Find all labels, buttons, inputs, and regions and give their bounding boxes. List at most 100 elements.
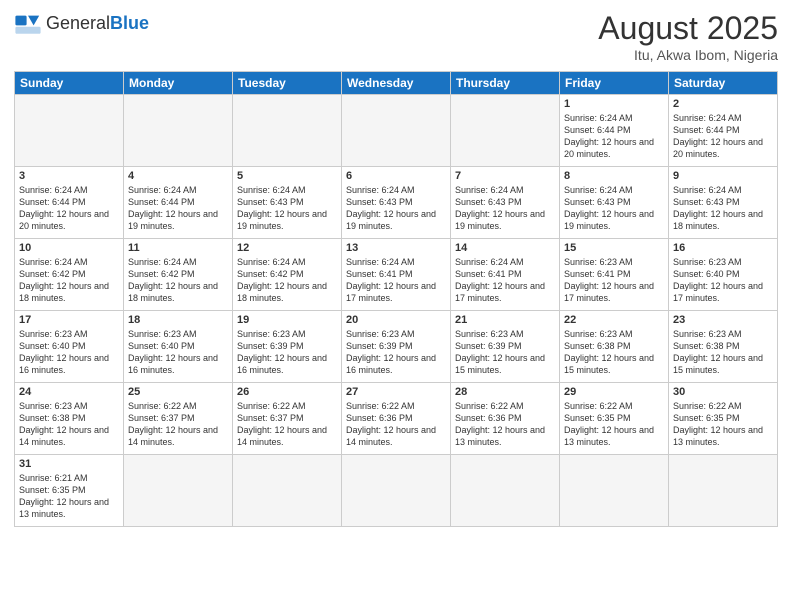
table-row: 29 Sunrise: 6:22 AM Sunset: 6:35 PM Dayli… (560, 383, 669, 455)
header: GeneralBlue August 2025 Itu, Akwa Ibom, … (14, 10, 778, 63)
day-info: Sunrise: 6:24 AM Sunset: 6:41 PM Dayligh… (346, 256, 446, 305)
col-sunday: Sunday (15, 72, 124, 95)
table-row: 17 Sunrise: 6:23 AM Sunset: 6:40 PM Dayli… (15, 311, 124, 383)
table-row: 13 Sunrise: 6:24 AM Sunset: 6:41 PM Dayli… (342, 239, 451, 311)
table-row (669, 455, 778, 527)
table-row: 10 Sunrise: 6:24 AM Sunset: 6:42 PM Dayli… (15, 239, 124, 311)
day-number: 1 (564, 98, 664, 110)
day-number: 10 (19, 242, 119, 254)
day-number: 24 (19, 386, 119, 398)
day-number: 14 (455, 242, 555, 254)
table-row: 25Sunrise: 6:22 AM Sunset: 6:37 PM Dayli… (124, 383, 233, 455)
col-thursday: Thursday (451, 72, 560, 95)
table-row (451, 95, 560, 167)
day-number: 8 (564, 170, 664, 182)
day-info: Sunrise: 6:24 AM Sunset: 6:41 PM Dayligh… (455, 256, 555, 305)
day-number: 23 (673, 314, 773, 326)
day-info: Sunrise: 6:24 AM Sunset: 6:43 PM Dayligh… (564, 184, 664, 233)
col-wednesday: Wednesday (342, 72, 451, 95)
table-row (342, 455, 451, 527)
table-row: 4 Sunrise: 6:24 AM Sunset: 6:44 PM Daylig… (124, 167, 233, 239)
day-info: Sunrise: 6:22 AM Sunset: 6:36 PM Dayligh… (346, 400, 446, 449)
table-row: 2Sunrise: 6:24 AM Sunset: 6:44 PM Daylig… (669, 95, 778, 167)
calendar-table: Sunday Monday Tuesday Wednesday Thursday… (14, 71, 778, 527)
day-info: Sunrise: 6:22 AM Sunset: 6:35 PM Dayligh… (673, 400, 773, 449)
table-row: 5Sunrise: 6:24 AM Sunset: 6:43 PM Daylig… (233, 167, 342, 239)
table-row (451, 455, 560, 527)
day-info: Sunrise: 6:24 AM Sunset: 6:42 PM Dayligh… (237, 256, 337, 305)
day-number: 26 (237, 386, 337, 398)
day-info: Sunrise: 6:23 AM Sunset: 6:40 PM Dayligh… (19, 328, 119, 377)
table-row: 15 Sunrise: 6:23 AM Sunset: 6:41 PM Dayli… (560, 239, 669, 311)
table-row: 14 Sunrise: 6:24 AM Sunset: 6:41 PM Dayli… (451, 239, 560, 311)
col-friday: Friday (560, 72, 669, 95)
day-info: Sunrise: 6:24 AM Sunset: 6:43 PM Dayligh… (346, 184, 446, 233)
day-number: 22 (564, 314, 664, 326)
day-info: Sunrise: 6:23 AM Sunset: 6:39 PM Dayligh… (346, 328, 446, 377)
logo-text: GeneralBlue (46, 14, 149, 34)
day-number: 21 (455, 314, 555, 326)
day-number: 12 (237, 242, 337, 254)
day-info: Sunrise: 6:21 AM Sunset: 6:35 PM Dayligh… (19, 472, 119, 521)
day-info: Sunrise: 6:23 AM Sunset: 6:40 PM Dayligh… (673, 256, 773, 305)
day-info: Sunrise: 6:24 AM Sunset: 6:42 PM Dayligh… (19, 256, 119, 305)
table-row: 31 Sunrise: 6:21 AM Sunset: 6:35 PM Dayli… (15, 455, 124, 527)
day-number: 25 (128, 386, 228, 398)
col-monday: Monday (124, 72, 233, 95)
table-row: 6 Sunrise: 6:24 AM Sunset: 6:43 PM Daylig… (342, 167, 451, 239)
col-tuesday: Tuesday (233, 72, 342, 95)
day-number: 3 (19, 170, 119, 182)
table-row (233, 455, 342, 527)
calendar-week-row: 1 Sunrise: 6:24 AM Sunset: 6:44 PM Daylig… (15, 95, 778, 167)
table-row: 3Sunrise: 6:24 AM Sunset: 6:44 PM Daylig… (15, 167, 124, 239)
table-row: 28 Sunrise: 6:22 AM Sunset: 6:36 PM Dayli… (451, 383, 560, 455)
day-info: Sunrise: 6:23 AM Sunset: 6:40 PM Dayligh… (128, 328, 228, 377)
day-info: Sunrise: 6:22 AM Sunset: 6:35 PM Dayligh… (564, 400, 664, 449)
table-row: 27 Sunrise: 6:22 AM Sunset: 6:36 PM Dayli… (342, 383, 451, 455)
day-info: Sunrise: 6:23 AM Sunset: 6:41 PM Dayligh… (564, 256, 664, 305)
table-row (15, 95, 124, 167)
day-number: 16 (673, 242, 773, 254)
day-number: 28 (455, 386, 555, 398)
day-number: 4 (128, 170, 228, 182)
table-row: 18 Sunrise: 6:23 AM Sunset: 6:40 PM Dayli… (124, 311, 233, 383)
table-row: 8 Sunrise: 6:24 AM Sunset: 6:43 PM Daylig… (560, 167, 669, 239)
day-info: Sunrise: 6:23 AM Sunset: 6:39 PM Dayligh… (455, 328, 555, 377)
table-row: 19Sunrise: 6:23 AM Sunset: 6:39 PM Dayli… (233, 311, 342, 383)
day-number: 18 (128, 314, 228, 326)
day-number: 2 (673, 98, 773, 110)
generalblue-logo-icon (14, 10, 42, 38)
day-number: 6 (346, 170, 446, 182)
day-info: Sunrise: 6:24 AM Sunset: 6:42 PM Dayligh… (128, 256, 228, 305)
table-row (124, 455, 233, 527)
day-info: Sunrise: 6:23 AM Sunset: 6:39 PM Dayligh… (237, 328, 337, 377)
table-row: 11Sunrise: 6:24 AM Sunset: 6:42 PM Dayli… (124, 239, 233, 311)
table-row (560, 455, 669, 527)
logo: GeneralBlue (14, 10, 149, 38)
day-number: 7 (455, 170, 555, 182)
day-number: 27 (346, 386, 446, 398)
day-info: Sunrise: 6:23 AM Sunset: 6:38 PM Dayligh… (19, 400, 119, 449)
day-info: Sunrise: 6:24 AM Sunset: 6:44 PM Dayligh… (564, 112, 664, 161)
calendar-week-row: 24 Sunrise: 6:23 AM Sunset: 6:38 PM Dayli… (15, 383, 778, 455)
day-number: 17 (19, 314, 119, 326)
day-number: 20 (346, 314, 446, 326)
day-number: 15 (564, 242, 664, 254)
calendar-week-row: 10 Sunrise: 6:24 AM Sunset: 6:42 PM Dayli… (15, 239, 778, 311)
table-row (233, 95, 342, 167)
calendar-header-row: Sunday Monday Tuesday Wednesday Thursday… (15, 72, 778, 95)
day-number: 13 (346, 242, 446, 254)
table-row: 24 Sunrise: 6:23 AM Sunset: 6:38 PM Dayli… (15, 383, 124, 455)
day-number: 31 (19, 458, 119, 470)
day-info: Sunrise: 6:22 AM Sunset: 6:36 PM Dayligh… (455, 400, 555, 449)
table-row: 7Sunrise: 6:24 AM Sunset: 6:43 PM Daylig… (451, 167, 560, 239)
day-info: Sunrise: 6:24 AM Sunset: 6:43 PM Dayligh… (673, 184, 773, 233)
table-row (124, 95, 233, 167)
day-number: 29 (564, 386, 664, 398)
title-block: August 2025 Itu, Akwa Ibom, Nigeria (598, 10, 778, 63)
table-row (342, 95, 451, 167)
table-row: 30Sunrise: 6:22 AM Sunset: 6:35 PM Dayli… (669, 383, 778, 455)
day-info: Sunrise: 6:24 AM Sunset: 6:44 PM Dayligh… (128, 184, 228, 233)
col-saturday: Saturday (669, 72, 778, 95)
calendar-week-row: 3 Sunrise: 6:24 AM Sunset: 6:44 PM Daylig… (15, 167, 778, 239)
